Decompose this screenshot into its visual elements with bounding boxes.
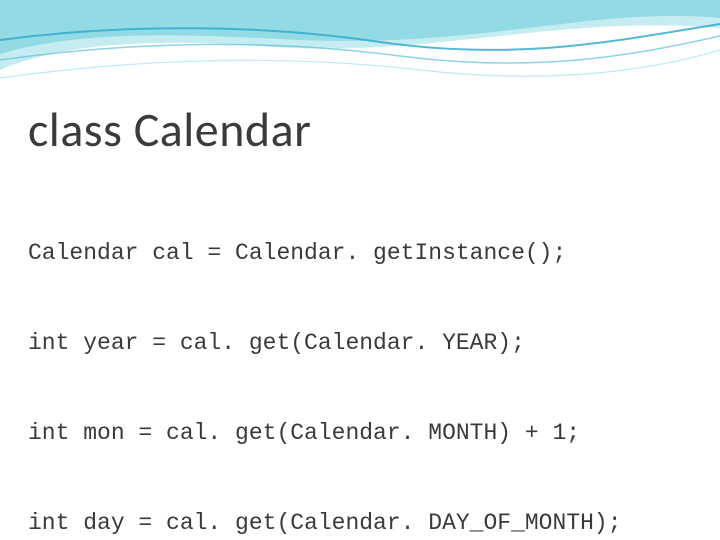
code-line: int mon = cal. get(Calendar. MONTH) + 1; — [28, 418, 692, 448]
wave-decoration — [0, 0, 720, 110]
code-block: Calendar cal = Calendar. getInstance(); … — [28, 178, 692, 540]
slide-title: class Calendar — [28, 100, 311, 159]
code-line: int year = cal. get(Calendar. YEAR); — [28, 328, 692, 358]
code-line: Calendar cal = Calendar. getInstance(); — [28, 238, 692, 268]
code-line: int day = cal. get(Calendar. DAY_OF_MONT… — [28, 508, 692, 538]
slide: class Calendar Calendar cal = Calendar. … — [0, 0, 720, 540]
